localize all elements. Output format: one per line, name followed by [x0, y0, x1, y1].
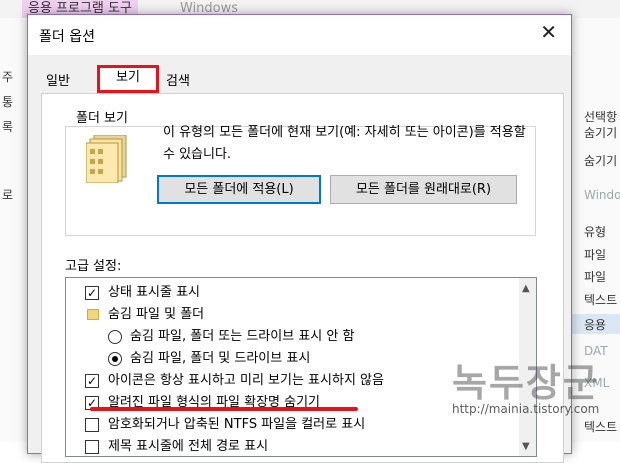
checkbox-unchecked[interactable]	[85, 418, 99, 432]
dialog-title: 폴더 옵션	[39, 29, 95, 45]
right-pane-item: Windows	[584, 188, 620, 202]
tab-search[interactable]: 검색	[166, 70, 190, 89]
tab-general[interactable]: 일반	[46, 70, 70, 89]
setting-label: 암호화되거나 압축된 NTFS 파일을 컬러로 표시	[108, 417, 366, 432]
background-left-pane: 주 통 록 로	[0, 18, 30, 442]
folder-icon	[87, 309, 99, 320]
folder-view-label: 폴더 보기	[72, 107, 132, 126]
setting-label: 아이콘은 항상 표시하고 미리 보기는 표시하지 않음	[108, 373, 384, 388]
right-pane-item: 유형	[584, 225, 607, 239]
left-pane-item: 록	[2, 120, 14, 134]
dialog-titlebar: 폴더 옵션 ✕	[28, 15, 571, 55]
checkbox-unchecked[interactable]	[85, 440, 99, 454]
watermark-url: http://mainia.tistory.com	[452, 402, 600, 416]
right-pane-item: 파일	[584, 270, 607, 284]
right-pane-item: 파일	[584, 248, 607, 262]
right-pane-item: 숨기기	[584, 154, 618, 168]
scroll-down-icon[interactable]: ▼	[522, 441, 530, 452]
setting-label: 상태 표시줄 표시	[108, 285, 200, 300]
setting-label: 숨김 파일, 폴더 및 드라이브 표시	[130, 351, 311, 366]
setting-label: 숨김 파일, 폴더 또는 드라이브 표시 안 함	[130, 329, 355, 344]
left-pane-item: 주	[2, 70, 14, 84]
highlight-underline	[90, 407, 358, 411]
apply-to-all-folders-button[interactable]: 모든 폴더에 적용(L)	[157, 175, 321, 204]
checkbox-checked[interactable]: ✓	[85, 374, 99, 388]
right-pane-item: 텍스트	[584, 293, 618, 307]
scroll-up-icon[interactable]: ▲	[522, 283, 530, 294]
radio-selected[interactable]	[108, 352, 122, 366]
setting-label: 제목 표시줄에 전체 경로 표시	[108, 439, 269, 454]
folder-view-icon	[86, 135, 127, 183]
radio-unselected[interactable]	[108, 330, 122, 344]
left-pane-item: 통	[2, 95, 14, 109]
advanced-settings-label: 고급 설정:	[65, 259, 122, 274]
checkbox-checked[interactable]: ✓	[85, 286, 99, 300]
right-pane-item: 숨기기	[584, 126, 618, 140]
right-pane-item: 응용	[584, 318, 607, 332]
watermark-title: 녹두장군	[452, 361, 600, 405]
right-pane-item: 텍스트	[584, 420, 618, 434]
left-pane-item: 로	[2, 188, 14, 202]
right-pane-item: 선택항	[584, 110, 618, 124]
folder-view-description: 이 유형의 모든 폴더에 현재 보기(예: 자세히 또는 아이콘)를 적용할 수…	[163, 125, 526, 162]
close-icon[interactable]: ✕	[540, 22, 557, 42]
reset-all-folders-button[interactable]: 모든 폴더를 원래대로(R)	[330, 175, 517, 204]
setting-label: 숨김 파일 및 폴더	[108, 307, 205, 322]
tab-view[interactable]: 보기	[97, 65, 159, 93]
